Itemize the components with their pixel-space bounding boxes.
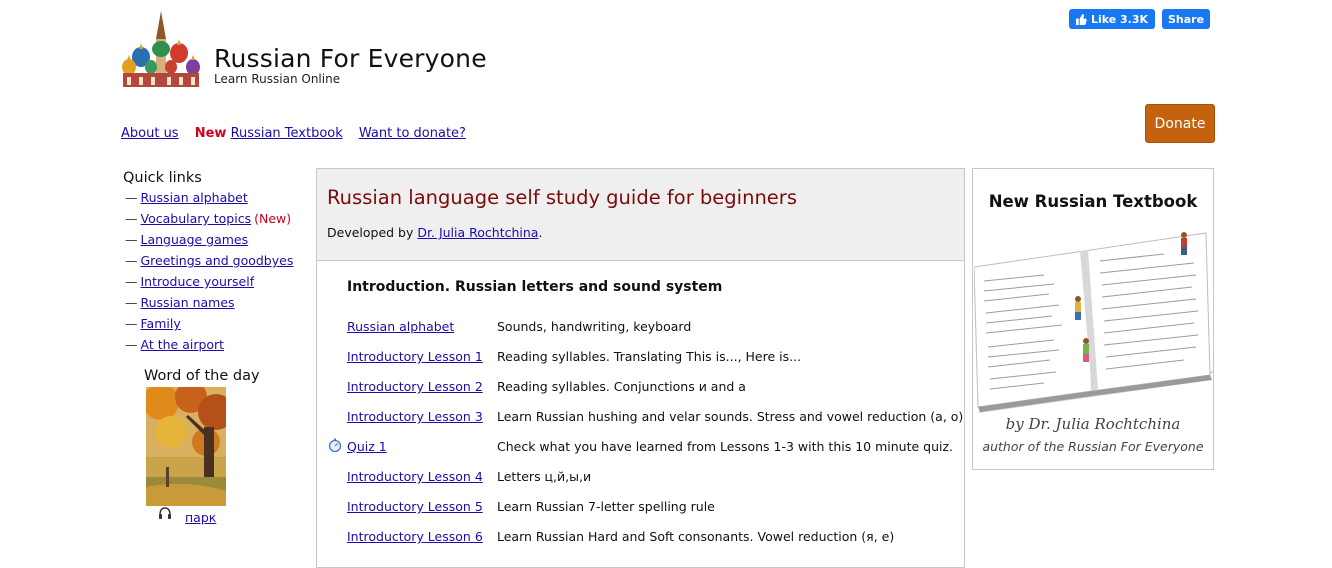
developed-by-label: Developed by — [327, 225, 414, 240]
new-badge: New — [194, 126, 227, 141]
quick-links-list: — Russian alphabet — Vocabulary topics (New… — [125, 190, 293, 358]
dash: — — [125, 295, 138, 310]
open-book-image[interactable] — [974, 221, 1214, 417]
lesson-description: Reading syllables. Translating This is..… — [497, 349, 802, 364]
thumbs-up-icon — [1075, 13, 1087, 25]
word-of-the-day-title: Word of the day — [144, 368, 260, 384]
textbook-author-subtitle: author of the Russian For Everyone — [982, 439, 1204, 454]
textbook-card[interactable]: New Russian Textbook by Dr. Julia Rochtc… — [972, 168, 1214, 470]
park-image[interactable] — [146, 387, 226, 506]
site-title[interactable]: Russian For Everyone — [214, 44, 487, 73]
quick-link-vocabulary-topics[interactable]: Vocabulary topics — [141, 211, 252, 226]
quick-links-title: Quick links — [123, 170, 202, 186]
facebook-like-button[interactable]: Like 3.3K — [1069, 9, 1155, 29]
main-content: Russian language self study guide for be… — [316, 168, 965, 568]
like-count-label: Like 3.3K — [1090, 12, 1149, 26]
stopwatch-icon — [328, 438, 342, 452]
list-item: — Language games — [125, 232, 293, 253]
want-to-donate-link[interactable]: Want to donate? — [359, 126, 466, 141]
lesson-link[interactable]: Introductory Lesson 1 — [347, 349, 483, 364]
lesson-link[interactable]: Introductory Lesson 3 — [347, 409, 483, 424]
list-item: — Russian names — [125, 295, 293, 316]
quick-link-introduce-yourself[interactable]: Introduce yourself — [141, 274, 255, 289]
main-header: Russian language self study guide for be… — [317, 169, 964, 261]
lesson-description: Learn Russian hushing and velar sounds. … — [497, 409, 964, 424]
dash: — — [125, 190, 138, 205]
list-item: — Introduce yourself — [125, 274, 293, 295]
quick-link-family[interactable]: Family — [141, 316, 181, 331]
lesson-link[interactable]: Introductory Lesson 2 — [347, 379, 483, 394]
lesson-link[interactable]: Russian alphabet — [347, 319, 454, 334]
quick-link-language-games[interactable]: Language games — [141, 232, 249, 247]
donate-button[interactable]: Donate — [1145, 104, 1215, 143]
facebook-share-button[interactable]: Share — [1162, 9, 1210, 29]
page-title: Russian language self study guide for be… — [327, 186, 797, 209]
lesson-description: Learn Russian 7-letter spelling rule — [497, 499, 715, 514]
quick-link-russian-names[interactable]: Russian names — [141, 295, 235, 310]
author-suffix: . — [538, 225, 543, 240]
top-nav: About us New Russian Textbook Want to do… — [121, 126, 478, 141]
list-item: — At the airport — [125, 337, 293, 358]
lesson-link[interactable]: Introductory Lesson 5 — [347, 499, 483, 514]
dash: — — [125, 337, 138, 352]
new-tag: (New) — [254, 211, 292, 226]
about-us-link[interactable]: About us — [121, 126, 179, 141]
textbook-title: New Russian Textbook — [988, 192, 1198, 211]
dash: — — [125, 253, 138, 268]
list-item: — Vocabulary topics (New) — [125, 211, 293, 232]
quick-link-russian-alphabet[interactable]: Russian alphabet — [141, 190, 248, 205]
textbook-nav-item[interactable]: New Russian Textbook — [195, 126, 343, 141]
site-tagline: Learn Russian Online — [214, 72, 341, 86]
headphones-icon[interactable] — [158, 507, 172, 519]
lesson-description: Learn Russian Hard and Soft consonants. … — [497, 529, 895, 544]
quiz-link[interactable]: Quiz 1 — [347, 439, 387, 454]
developed-by-line: Developed by Dr. Julia Rochtchina. — [327, 225, 542, 240]
dash: — — [125, 274, 138, 289]
quick-link-at-the-airport[interactable]: At the airport — [141, 337, 225, 352]
word-of-the-day-link[interactable]: парк — [185, 510, 216, 525]
author-link[interactable]: Dr. Julia Rochtchina — [417, 225, 538, 240]
site-logo-icon[interactable] — [121, 9, 201, 89]
list-item: — Russian alphabet — [125, 190, 293, 211]
lesson-link[interactable]: Introductory Lesson 6 — [347, 529, 483, 544]
dash: — — [125, 232, 138, 247]
lesson-description: Reading syllables. Conjunctions и and а — [497, 379, 746, 394]
list-item: — Greetings and goodbyes — [125, 253, 293, 274]
textbook-author: by Dr. Julia Rochtchina — [1005, 415, 1181, 433]
lesson-description: Letters ц,й,ы,и — [497, 469, 592, 484]
lesson-link[interactable]: Introductory Lesson 4 — [347, 469, 483, 484]
lesson-description: Sounds, handwriting, keyboard — [497, 319, 692, 334]
quick-link-greetings[interactable]: Greetings and goodbyes — [141, 253, 294, 268]
dash: — — [125, 316, 138, 331]
section-title: Introduction. Russian letters and sound … — [347, 279, 723, 295]
list-item: — Family — [125, 316, 293, 337]
lesson-description: Check what you have learned from Lessons… — [497, 439, 953, 454]
dash: — — [125, 211, 138, 226]
russian-textbook-link[interactable]: Russian Textbook — [231, 126, 343, 141]
